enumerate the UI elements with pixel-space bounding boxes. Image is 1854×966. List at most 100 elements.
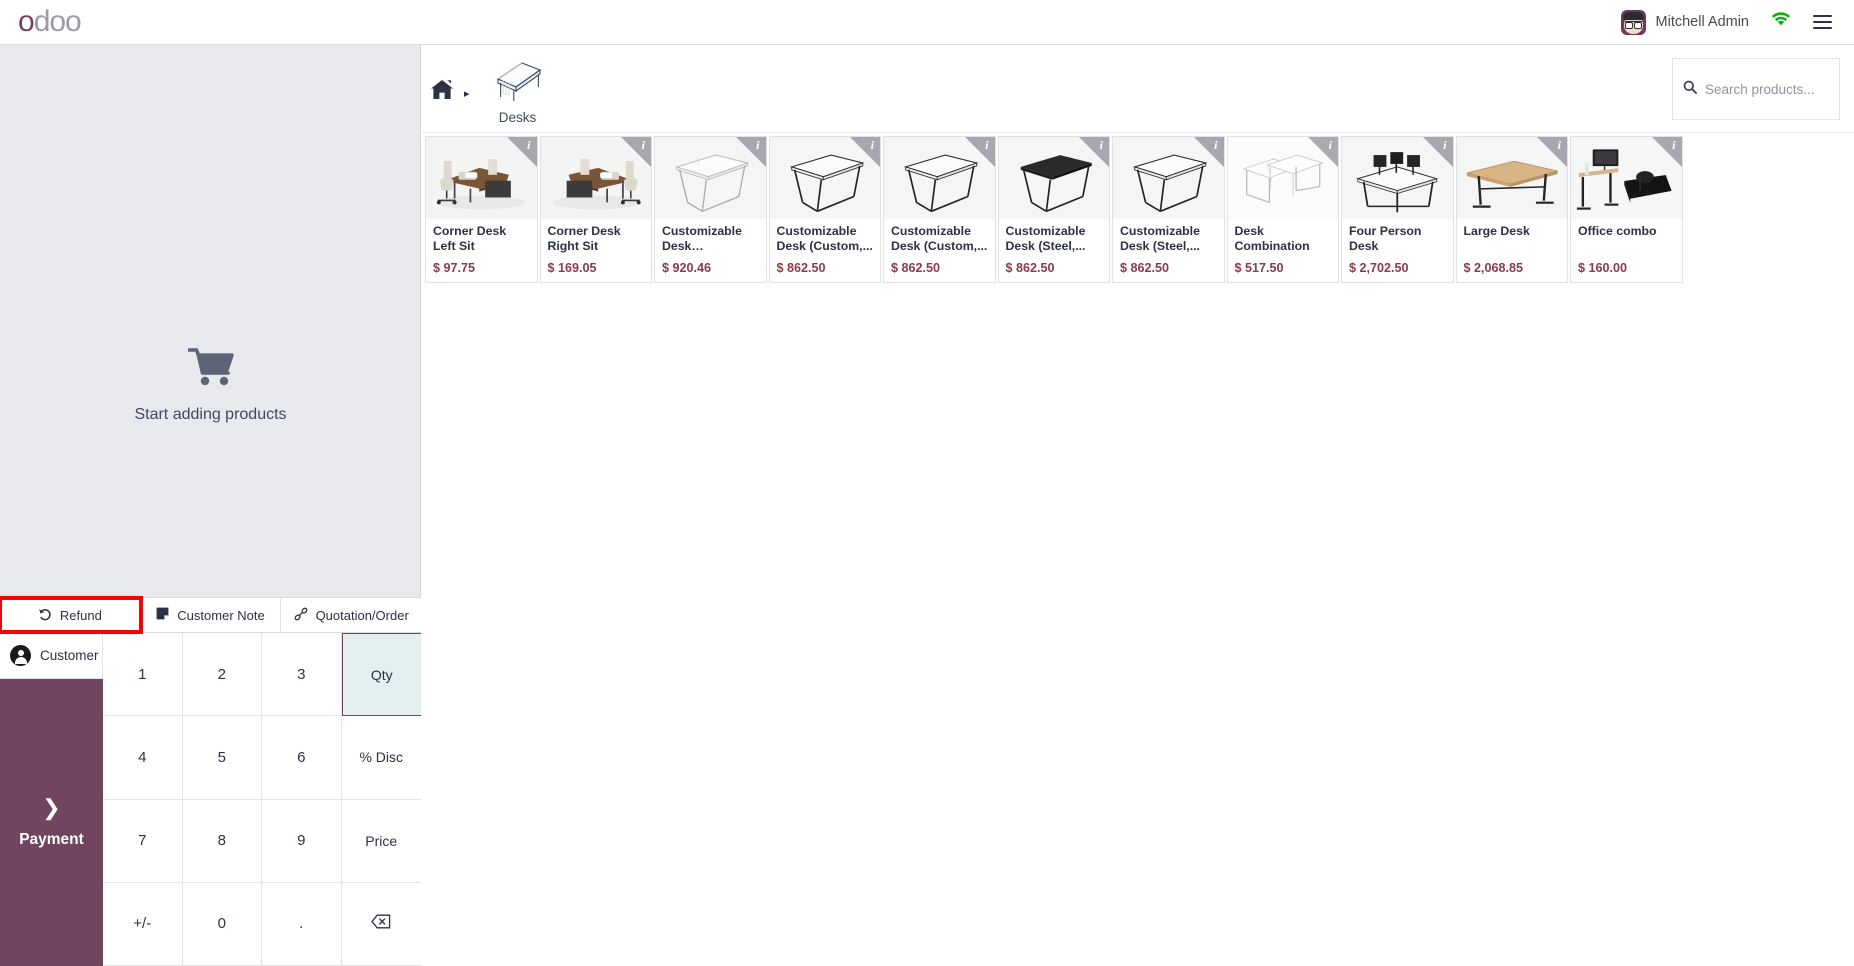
avatar xyxy=(1620,9,1646,35)
product-name: Customizable Desk (Steel,... xyxy=(1120,223,1200,254)
info-corner-triangle xyxy=(1193,137,1224,167)
product-price: $ 169.05 xyxy=(547,261,597,275)
product-price: $ 920.46 xyxy=(662,261,712,275)
product-info-icon[interactable]: i xyxy=(506,137,537,167)
key-6[interactable]: 6 xyxy=(262,716,342,800)
customer-button[interactable]: Customer xyxy=(0,633,103,679)
key-8[interactable]: 8 xyxy=(182,799,262,883)
key-price[interactable]: Price xyxy=(341,799,421,883)
product-info-icon[interactable]: i xyxy=(1651,137,1682,167)
product-card[interactable]: i Customizable Desk (Steel,... $ 862.50 xyxy=(997,136,1110,283)
product-card[interactable]: i Corner Desk Left Sit $ 97.75 xyxy=(425,136,538,283)
product-text-block: Corner Desk Left Sit xyxy=(426,219,537,255)
product-card[interactable]: i Customizable Desk (Custom,... $ 862.50 xyxy=(883,136,996,283)
search-icon xyxy=(1683,80,1697,99)
info-badge-letter: i xyxy=(756,138,760,152)
info-badge-letter: i xyxy=(985,138,989,152)
key-backspace[interactable] xyxy=(341,882,421,966)
info-corner-triangle xyxy=(964,137,995,167)
key-9[interactable]: 9 xyxy=(262,799,342,883)
product-card[interactable]: i Corner Desk Right Sit $ 169.05 xyxy=(539,136,652,283)
odoo-logo[interactable]: odoo xyxy=(18,5,82,38)
product-name: Office combo xyxy=(1578,224,1657,238)
customer-note-label: Customer Note xyxy=(177,607,265,623)
info-corner-triangle xyxy=(621,137,651,167)
product-name: Customizable Desk (Steel,... xyxy=(1005,223,1086,254)
product-image: i xyxy=(884,137,995,219)
product-info-icon[interactable]: i xyxy=(1079,137,1109,167)
search-input[interactable] xyxy=(1705,81,1833,97)
product-info-icon[interactable]: i xyxy=(1193,137,1224,167)
info-corner-triangle xyxy=(1651,137,1682,167)
product-price: $ 2,702.50 xyxy=(1349,261,1409,275)
product-image: i xyxy=(1227,137,1338,219)
key-5[interactable]: 5 xyxy=(182,716,262,800)
navbar-right-group: Mitchell Admin xyxy=(1620,9,1832,35)
home-icon[interactable] xyxy=(430,79,454,105)
quotation-order-button[interactable]: Quotation/Order xyxy=(281,598,422,632)
key-2[interactable]: 2 xyxy=(182,633,262,717)
product-info-icon[interactable]: i xyxy=(621,137,651,167)
product-name: Customizable Desk (Custom,... xyxy=(776,223,873,254)
info-corner-triangle xyxy=(1537,137,1567,167)
product-info-icon[interactable]: i xyxy=(1422,137,1453,167)
key-4[interactable]: 4 xyxy=(103,716,183,800)
key-plus-minus[interactable]: +/- xyxy=(103,882,183,966)
product-text-block: Office combo xyxy=(1571,219,1682,255)
product-name: Corner Desk Right Sit xyxy=(547,223,621,254)
breadcrumb: ▸ Desks xyxy=(430,57,556,125)
key-qty[interactable]: Qty xyxy=(341,633,421,717)
payment-button[interactable]: ❯ Payment xyxy=(0,679,103,966)
info-badge-letter: i xyxy=(1672,138,1676,152)
keypad-zone: Customer ❯ Payment 1 2 3 Qty 4 5 6 % Dis… xyxy=(0,633,421,966)
key-1[interactable]: 1 xyxy=(103,633,183,717)
breadcrumb-category-desks[interactable]: Desks xyxy=(480,57,556,125)
brand-logo-rest: doo xyxy=(33,5,82,38)
product-card[interactable]: i Customizable Desk (Steel,... $ 862.50 xyxy=(1112,136,1225,283)
product-text-block: Customizable Desk (Custom,... xyxy=(884,219,995,255)
product-image: i xyxy=(1113,137,1224,219)
product-search-box[interactable] xyxy=(1672,58,1840,120)
info-badge-letter: i xyxy=(1443,138,1447,152)
wifi-icon[interactable] xyxy=(1771,12,1791,32)
key-3[interactable]: 3 xyxy=(262,633,342,717)
product-info-icon[interactable]: i xyxy=(1537,137,1567,167)
product-card[interactable]: i Customizable Desk (Aluminiu... $ 920.46 xyxy=(654,136,767,283)
breadcrumb-separator: ▸ xyxy=(464,88,470,100)
product-card[interactable]: i Office combo $ 160.00 xyxy=(1570,136,1683,283)
product-text-block: Desk Combination xyxy=(1228,219,1339,255)
user-menu[interactable]: Mitchell Admin xyxy=(1620,9,1749,35)
customer-note-button[interactable]: Customer Note xyxy=(140,598,282,632)
order-action-bar: Refund Customer Note Quotation/Order xyxy=(0,596,422,634)
desk-icon xyxy=(492,57,544,108)
info-corner-triangle xyxy=(735,137,766,167)
product-image: i xyxy=(1571,137,1682,219)
product-text-block: Corner Desk Right Sit xyxy=(541,219,652,255)
top-navbar: odoo Mitchell Admin xyxy=(0,0,1854,45)
key-decimal[interactable]: . xyxy=(262,882,342,966)
product-price: $ 862.50 xyxy=(1005,261,1055,275)
hamburger-menu-icon[interactable] xyxy=(1813,14,1832,30)
product-info-icon[interactable]: i xyxy=(850,137,880,167)
info-corner-triangle xyxy=(1308,137,1338,167)
key-discount[interactable]: % Disc xyxy=(341,716,421,800)
product-image: i xyxy=(998,137,1109,219)
product-text-block: Customizable Desk (Steel,... xyxy=(1113,219,1224,255)
breadcrumb-category-label: Desks xyxy=(498,110,537,125)
key-7[interactable]: 7 xyxy=(103,799,183,883)
info-corner-triangle xyxy=(506,137,537,167)
product-info-icon[interactable]: i xyxy=(964,137,995,167)
product-card[interactable]: i Customizable Desk (Custom,... $ 862.50 xyxy=(768,136,881,283)
key-0[interactable]: 0 xyxy=(182,882,262,966)
product-info-icon[interactable]: i xyxy=(1308,137,1338,167)
product-card[interactable]: i Large Desk $ 2,068.85 xyxy=(1455,136,1568,283)
products-header: ▸ Desks xyxy=(422,45,1854,133)
empty-order-label: Start adding products xyxy=(134,405,287,423)
chevron-right-icon: ❯ xyxy=(42,794,61,820)
refund-button[interactable]: Refund xyxy=(0,596,143,634)
product-info-icon[interactable]: i xyxy=(735,137,766,167)
product-card[interactable]: i Four Person Desk $ 2,702.50 xyxy=(1341,136,1454,283)
product-image: i xyxy=(540,137,651,219)
info-badge-letter: i xyxy=(1328,138,1332,152)
product-card[interactable]: i Desk Combination $ 517.50 xyxy=(1226,136,1339,283)
